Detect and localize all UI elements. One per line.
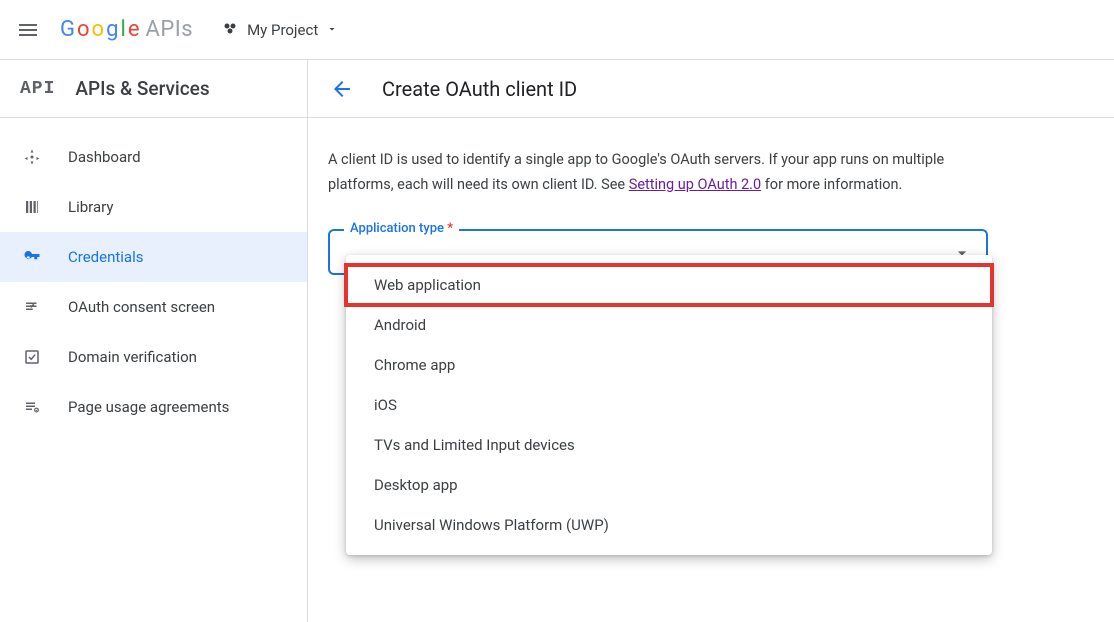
setup-oauth-link[interactable]: Setting up OAuth 2.0 <box>629 176 761 193</box>
sidebar-item-label: Page usage agreements <box>68 398 229 416</box>
sidebar-item-label: Dashboard <box>68 148 141 166</box>
project-name-label: My Project <box>247 21 318 39</box>
sidebar-item-library[interactable]: Library <box>0 182 307 232</box>
consent-icon <box>22 297 42 317</box>
api-logo-icon: API <box>20 79 55 99</box>
sidebar-item-label: Credentials <box>68 248 143 266</box>
sidebar-title: APIs & Services <box>75 77 209 100</box>
dropdown-option-ios[interactable]: iOS <box>346 385 992 425</box>
dropdown-caret-icon <box>326 21 338 39</box>
sidebar-item-label: Domain verification <box>68 348 197 366</box>
sidebar-item-label: OAuth consent screen <box>68 298 215 316</box>
agreements-icon <box>22 397 42 417</box>
sidebar-item-page-usage[interactable]: Page usage agreements <box>0 382 307 432</box>
sidebar-item-dashboard[interactable]: Dashboard <box>0 132 307 182</box>
project-picker[interactable]: My Project <box>223 20 338 39</box>
dropdown-option-web-application[interactable]: Web application <box>346 265 992 305</box>
dropdown-option-android[interactable]: Android <box>346 305 992 345</box>
hamburger-menu-icon[interactable] <box>16 18 40 42</box>
key-icon <box>22 247 42 267</box>
sidebar-item-domain-verification[interactable]: Domain verification <box>0 332 307 382</box>
dashboard-icon <box>22 147 42 167</box>
dropdown-option-tvs[interactable]: TVs and Limited Input devices <box>346 425 992 465</box>
content-area: Create OAuth client ID A client ID is us… <box>308 60 1114 622</box>
application-type-dropdown: Web application Android Chrome app iOS T… <box>346 255 992 555</box>
dropdown-option-uwp[interactable]: Universal Windows Platform (UWP) <box>346 505 992 545</box>
content-header: Create OAuth client ID <box>308 60 1114 118</box>
sidebar-item-label: Library <box>68 198 113 216</box>
dropdown-option-desktop[interactable]: Desktop app <box>346 465 992 505</box>
library-icon <box>22 197 42 217</box>
top-bar: Google APIs My Project <box>0 0 1114 60</box>
check-box-icon <box>22 347 42 367</box>
sidebar-header: API APIs & Services <box>0 60 307 118</box>
back-arrow-icon[interactable] <box>330 77 354 101</box>
sidebar: API APIs & Services Dashboard Library <box>0 60 308 622</box>
project-icon <box>223 20 239 39</box>
select-label: Application type * <box>344 221 459 236</box>
dropdown-option-chrome-app[interactable]: Chrome app <box>346 345 992 385</box>
sidebar-item-credentials[interactable]: Credentials <box>0 232 307 282</box>
page-description: A client ID is used to identify a single… <box>328 148 988 197</box>
page-title: Create OAuth client ID <box>382 77 577 101</box>
sidebar-item-oauth-consent[interactable]: OAuth consent screen <box>0 282 307 332</box>
google-apis-logo: Google APIs <box>60 17 193 42</box>
